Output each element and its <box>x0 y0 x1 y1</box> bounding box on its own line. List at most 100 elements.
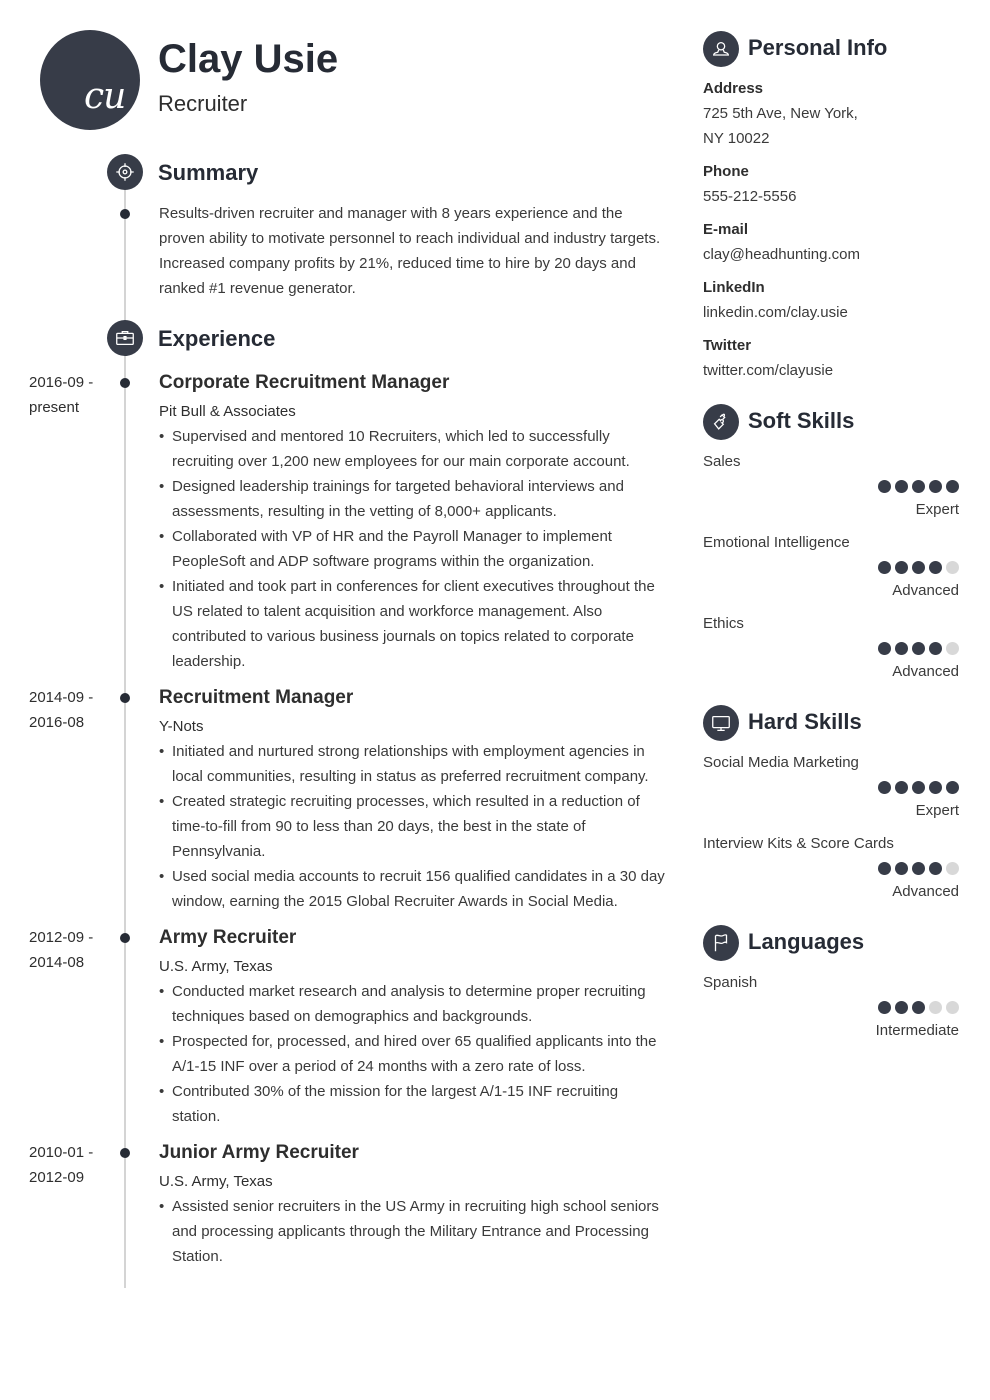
linkedin-label: LinkedIn <box>703 279 765 296</box>
phone-value: 555-212-5556 <box>703 188 797 205</box>
flag-icon <box>703 925 739 961</box>
job-date-range: 2010-01 - 2012-09 <box>29 1140 109 1190</box>
job-date-start: 2016-09 - <box>29 374 94 391</box>
phone-label: Phone <box>703 163 749 180</box>
rating-dot-filled <box>929 862 942 875</box>
job-bullets: Conducted market research and analysis t… <box>159 979 669 1129</box>
job-bullets: Supervised and mentored 10 Recruiters, w… <box>159 424 669 674</box>
job-date-range: 2014-09 - 2016-08 <box>29 685 109 735</box>
target-icon <box>107 154 143 190</box>
skill-level: Expert <box>915 802 959 819</box>
rating-dot-filled <box>912 561 925 574</box>
job-bullet: Contributed 30% of the mission for the l… <box>159 1079 669 1129</box>
user-icon <box>703 31 739 67</box>
job-bullet: Conducted market research and analysis t… <box>159 979 669 1029</box>
summary-heading: Summary <box>158 160 259 185</box>
rating-dot-filled <box>912 862 925 875</box>
job-bullet: Collaborated with VP of HR and the Payro… <box>159 524 669 574</box>
skill-rating <box>878 862 959 875</box>
job-date-range: 2016-09 - present <box>29 370 109 420</box>
rating-dot-filled <box>895 781 908 794</box>
rating-dot-filled <box>929 642 942 655</box>
rating-dot-filled <box>878 561 891 574</box>
rating-dot-filled <box>878 1001 891 1014</box>
monitor-icon <box>703 705 739 741</box>
job-bullet: Supervised and mentored 10 Recruiters, w… <box>159 424 669 474</box>
timeline-dot <box>120 209 130 219</box>
rating-dot-empty <box>946 1001 959 1014</box>
job-bullet: Assisted senior recruiters in the US Arm… <box>159 1194 669 1269</box>
job-date-end: 2012-09 <box>29 1169 85 1186</box>
skill-level: Expert <box>915 501 959 518</box>
skill-rating <box>878 561 959 574</box>
job-title: Recruitment Manager <box>159 687 354 708</box>
address-label: Address <box>703 80 764 97</box>
skill-rating <box>878 1001 959 1014</box>
rating-dot-filled <box>929 561 942 574</box>
job-bullet: Used social media accounts to recruit 15… <box>159 864 669 914</box>
job-bullet: Created strategic recruiting processes, … <box>159 789 669 864</box>
languages-heading: Languages <box>748 929 865 954</box>
skill-name: Sales <box>703 453 741 470</box>
skill-level: Advanced <box>892 663 959 680</box>
skill-name: Interview Kits & Score Cards <box>703 835 894 852</box>
job-bullet: Designed leadership trainings for target… <box>159 474 669 524</box>
job-bullet: Initiated and took part in conferences f… <box>159 574 669 674</box>
skill-level: Intermediate <box>875 1022 959 1039</box>
rating-dot-filled <box>878 862 891 875</box>
rating-dot-filled <box>895 561 908 574</box>
rating-dot-empty <box>946 561 959 574</box>
rating-dot-filled <box>878 781 891 794</box>
twitter-label: Twitter <box>703 337 752 354</box>
rating-dot-empty <box>946 642 959 655</box>
rating-dot-filled <box>895 1001 908 1014</box>
puzzle-icon <box>703 404 739 440</box>
rating-dot-filled <box>912 642 925 655</box>
job-company: U.S. Army, Texas <box>159 1173 273 1190</box>
skill-rating <box>878 642 959 655</box>
job-bullets: Assisted senior recruiters in the US Arm… <box>159 1194 669 1269</box>
job-title: Army Recruiter <box>159 927 297 948</box>
skill-rating <box>878 480 959 493</box>
rating-dot-empty <box>946 862 959 875</box>
address-value: 725 5th Ave, New York, NY 10022 <box>703 105 858 147</box>
timeline-dot <box>120 378 130 388</box>
avatar-initials-badge: cu <box>40 30 140 130</box>
job-company: Pit Bull & Associates <box>159 403 296 420</box>
summary-text: Results-driven recruiter and manager wit… <box>159 205 661 297</box>
job-title: Junior Army Recruiter <box>159 1142 359 1163</box>
skill-name: Social Media Marketing <box>703 754 859 771</box>
rating-dot-filled <box>895 862 908 875</box>
job-bullet: Prospected for, processed, and hired ove… <box>159 1029 669 1079</box>
rating-dot-filled <box>895 480 908 493</box>
job-date-end: 2016-08 <box>29 714 85 731</box>
skill-name: Ethics <box>703 615 744 632</box>
rating-dot-filled <box>929 480 942 493</box>
rating-dot-filled <box>912 1001 925 1014</box>
candidate-name: Clay Usie <box>158 37 339 81</box>
job-date-end: 2014-08 <box>29 954 85 971</box>
job-title: Corporate Recruitment Manager <box>159 372 450 393</box>
skill-level: Advanced <box>892 582 959 599</box>
skill-rating <box>878 781 959 794</box>
rating-dot-filled <box>912 480 925 493</box>
job-date-range: 2012-09 - 2014-08 <box>29 925 109 975</box>
timeline-dot <box>120 933 130 943</box>
job-company: Y-Nots <box>159 718 204 735</box>
twitter-value: twitter.com/clayusie <box>703 362 834 379</box>
briefcase-icon <box>107 320 143 356</box>
timeline-dot <box>120 693 130 703</box>
job-bullet: Initiated and nurtured strong relationsh… <box>159 739 669 789</box>
email-label: E-mail <box>703 221 749 238</box>
email-value: clay@headhunting.com <box>703 246 860 263</box>
skill-name: Emotional Intelligence <box>703 534 850 551</box>
skill-name: Spanish <box>703 974 758 991</box>
avatar-initials: cu <box>84 76 126 117</box>
rating-dot-filled <box>878 480 891 493</box>
rating-dot-filled <box>912 781 925 794</box>
rating-dot-filled <box>946 480 959 493</box>
experience-heading: Experience <box>158 326 276 351</box>
timeline-dot <box>120 1148 130 1158</box>
rating-dot-filled <box>895 642 908 655</box>
personal-info-heading: Personal Info <box>748 35 888 60</box>
